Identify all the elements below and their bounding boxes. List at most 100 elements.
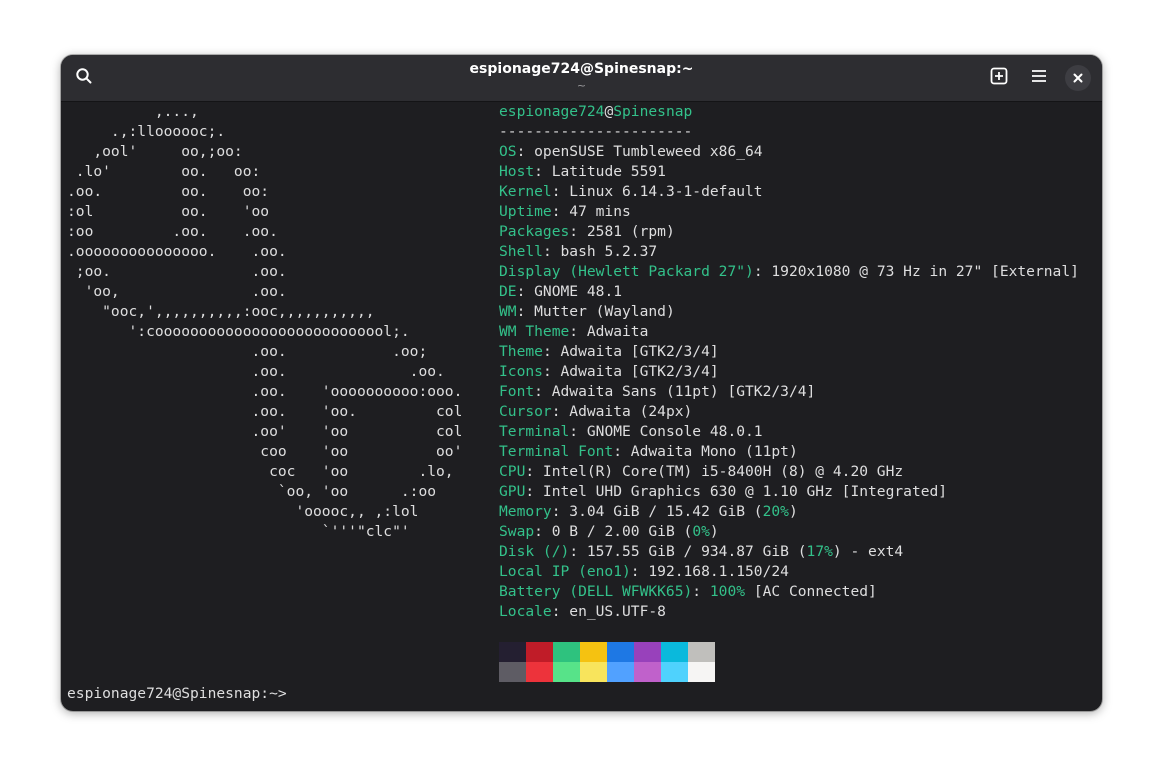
color-swatch [661, 642, 688, 662]
color-swatch [499, 642, 526, 662]
color-swatch [688, 662, 715, 682]
logo-line: :oo .oo. .oo. [67, 223, 278, 240]
info-value: : GNOME Console 48.0.1 [569, 423, 763, 440]
logo-line: coo 'oo oo' [67, 443, 463, 460]
hostname: Spinesnap [613, 103, 693, 120]
info-line-local-ip: Local IP (eno1): 192.168.1.150/24 [499, 562, 789, 582]
info-key: Locale [499, 603, 552, 620]
info-key: OS [499, 143, 517, 160]
logo-line: `oo, 'oo .:oo [67, 483, 437, 500]
main-menu-button[interactable] [1024, 63, 1054, 93]
terminal-window: espionage724@Spinesnap:~ ~ ,..., .,:lloo… [61, 55, 1102, 711]
info-value: : 192.168.1.150/24 [630, 563, 789, 580]
info-line-battery: Battery (DELL WFWKK65): 100% [AC Connect… [499, 582, 877, 602]
info-value: [AC Connected] [745, 583, 877, 600]
at-sign: @ [604, 103, 614, 120]
info-line-locale: Locale: en_US.UTF-8 [499, 602, 666, 622]
color-swatch [634, 662, 661, 682]
info-key: Battery (DELL WFWKK65) [499, 583, 693, 600]
info-value: : en_US.UTF-8 [551, 603, 666, 620]
info-value: : GNOME 48.1 [516, 283, 623, 300]
info-line-shell: Shell: bash 5.2.37 [499, 242, 657, 262]
new-tab-button[interactable] [984, 63, 1014, 93]
info-value: : Adwaita [GTK2/3/4] [542, 363, 719, 380]
titlebar: espionage724@Spinesnap:~ ~ [61, 55, 1102, 102]
close-button[interactable] [1065, 65, 1091, 91]
info-key: Disk ( [499, 543, 552, 560]
logo-line: `'''"clc"' [67, 523, 410, 540]
info-key: Kernel [499, 183, 552, 200]
info-value: : Adwaita Sans (11pt) [GTK2/3/4] [534, 383, 816, 400]
new-tab-icon [990, 67, 1008, 89]
color-swatch [526, 662, 553, 682]
info-key: Local IP (eno1) [499, 563, 631, 580]
info-key: Icons [499, 363, 543, 380]
info-key: Terminal Font [499, 443, 614, 460]
info-key: Terminal [499, 423, 570, 440]
window-title: espionage724@Spinesnap:~ [469, 61, 694, 77]
info-value: : 47 mins [551, 203, 631, 220]
color-swatch [688, 642, 715, 662]
logo-line: .oo. .oo. [67, 363, 445, 380]
info-line-cpu: CPU: Intel(R) Core(TM) i5-8400H (8) @ 4.… [499, 462, 903, 482]
menu-icon [1030, 67, 1048, 89]
info-line-wm-theme: WM Theme: Adwaita [499, 322, 648, 342]
logo-line: .oo. 'oo. col [67, 403, 463, 420]
close-icon [1072, 69, 1084, 88]
info-line-disk: Disk (/): 157.55 GiB / 934.87 GiB (17%) … [499, 542, 903, 562]
logo-line: 'ooooc,, ,:lol [67, 503, 419, 520]
info-value: : Linux 6.14.3-1-default [551, 183, 763, 200]
info-value: : Adwaita (24px) [551, 403, 693, 420]
info-value: : 2581 (rpm) [569, 223, 675, 240]
color-swatch [526, 642, 553, 662]
info-line-memory: Memory: 3.04 GiB / 15.42 GiB (20%) [499, 502, 798, 522]
info-key: Font [499, 383, 535, 400]
disk-percent: 17% [806, 543, 833, 560]
logo-line: .oo. .oo; [67, 343, 428, 360]
info-key: Swap [499, 523, 535, 540]
logo-line: .oo. oo. oo: [67, 183, 270, 200]
info-key: GPU [499, 483, 526, 500]
info-value: : 157.55 GiB / 934.87 GiB ( [569, 543, 807, 560]
separator: ---------------------- [499, 123, 693, 140]
color-swatch [607, 662, 634, 682]
shell-prompt[interactable]: espionage724@Spinesnap:~> [67, 684, 287, 704]
info-line-cursor: Cursor: Adwaita (24px) [499, 402, 692, 422]
info-line-kernel: Kernel: Linux 6.14.3-1-default [499, 182, 763, 202]
info-line-os: OS: openSUSE Tumbleweed x86_64 [499, 142, 763, 162]
battery-percent: 100% [709, 583, 746, 600]
swap-percent: 0% [692, 523, 710, 540]
info-key: Display (Hewlett Packard 27") [499, 263, 754, 280]
info-value: ) [788, 503, 798, 520]
color-swatch [661, 662, 688, 682]
info-value: : Intel(R) Core(TM) i5-8400H (8) @ 4.20 … [525, 463, 904, 480]
info-value: ) - ext4 [832, 543, 904, 560]
info-value: : bash 5.2.37 [542, 243, 658, 260]
terminal-output[interactable]: ,..., .,:lloooooc;. ,ool' oo,;oo: .lo' o… [67, 102, 1102, 711]
logo-line: 'oo, .oo. [67, 283, 287, 300]
logo-line: coc 'oo .lo, [67, 463, 454, 480]
info-key: Theme [499, 343, 543, 360]
logo-line: .lo' oo. oo: [67, 163, 261, 180]
info-line-icons: Icons: Adwaita [GTK2/3/4] [499, 362, 719, 382]
info-key: Host [499, 163, 535, 180]
logo-line: :ol oo. 'oo [67, 203, 270, 220]
info-line-display: Display (Hewlett Packard 27"): 1920x1080… [499, 262, 1079, 282]
info-value: ) [709, 523, 719, 540]
info-line-terminal-font: Terminal Font: Adwaita Mono (11pt) [499, 442, 798, 462]
info-key: WM [499, 303, 517, 320]
color-swatch [499, 662, 526, 682]
color-swatch [634, 642, 661, 662]
logo-line: .oo. 'oooooooooo:ooo. [67, 383, 463, 400]
info-key: Shell [499, 243, 543, 260]
info-key: Memory [499, 503, 552, 520]
info-line-wm: WM: Mutter (Wayland) [499, 302, 675, 322]
info-key: Packages [499, 223, 570, 240]
info-line-de: DE: GNOME 48.1 [499, 282, 622, 302]
info-value: : Adwaita [GTK2/3/4] [542, 343, 719, 360]
info-value: : 0 B / 2.00 GiB ( [534, 523, 693, 540]
info-value: : Latitude 5591 [534, 163, 666, 180]
info-line-gpu: GPU: Intel UHD Graphics 630 @ 1.10 GHz [… [499, 482, 947, 502]
color-swatch [553, 662, 580, 682]
info-line-font: Font: Adwaita Sans (11pt) [GTK2/3/4] [499, 382, 815, 402]
